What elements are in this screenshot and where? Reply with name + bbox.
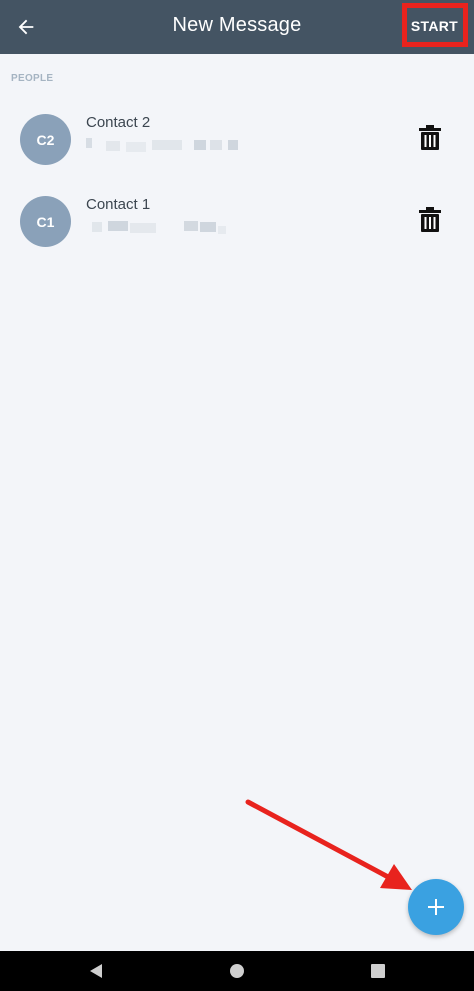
section-label-people: PEOPLE	[11, 73, 54, 84]
contact-name: Contact 1	[86, 196, 151, 213]
trash-icon	[419, 207, 441, 232]
trash-icon	[419, 125, 441, 150]
nav-recents-button[interactable]	[368, 961, 388, 981]
nav-home-button[interactable]	[227, 961, 247, 981]
contact-detail-redacted	[86, 136, 246, 152]
start-button[interactable]: START	[397, 8, 464, 44]
annotation-arrow	[245, 799, 412, 890]
triangle-back-icon	[90, 964, 102, 978]
square-recents-icon	[371, 964, 385, 978]
delete-contact-button[interactable]	[414, 204, 446, 236]
contact-row[interactable]: C2 Contact 2	[0, 108, 474, 172]
avatar: C2	[20, 114, 71, 165]
nav-back-button[interactable]	[86, 961, 106, 981]
contact-name: Contact 2	[86, 114, 151, 131]
add-contact-button[interactable]	[408, 879, 464, 935]
app-bar: New Message START	[0, 0, 474, 54]
contact-detail-redacted	[86, 218, 246, 234]
circle-home-icon	[230, 964, 244, 978]
delete-contact-button[interactable]	[414, 122, 446, 154]
contact-row[interactable]: C1 Contact 1	[0, 190, 474, 254]
system-nav-bar	[0, 951, 474, 991]
plus-icon	[428, 899, 444, 915]
avatar: C1	[20, 196, 71, 247]
